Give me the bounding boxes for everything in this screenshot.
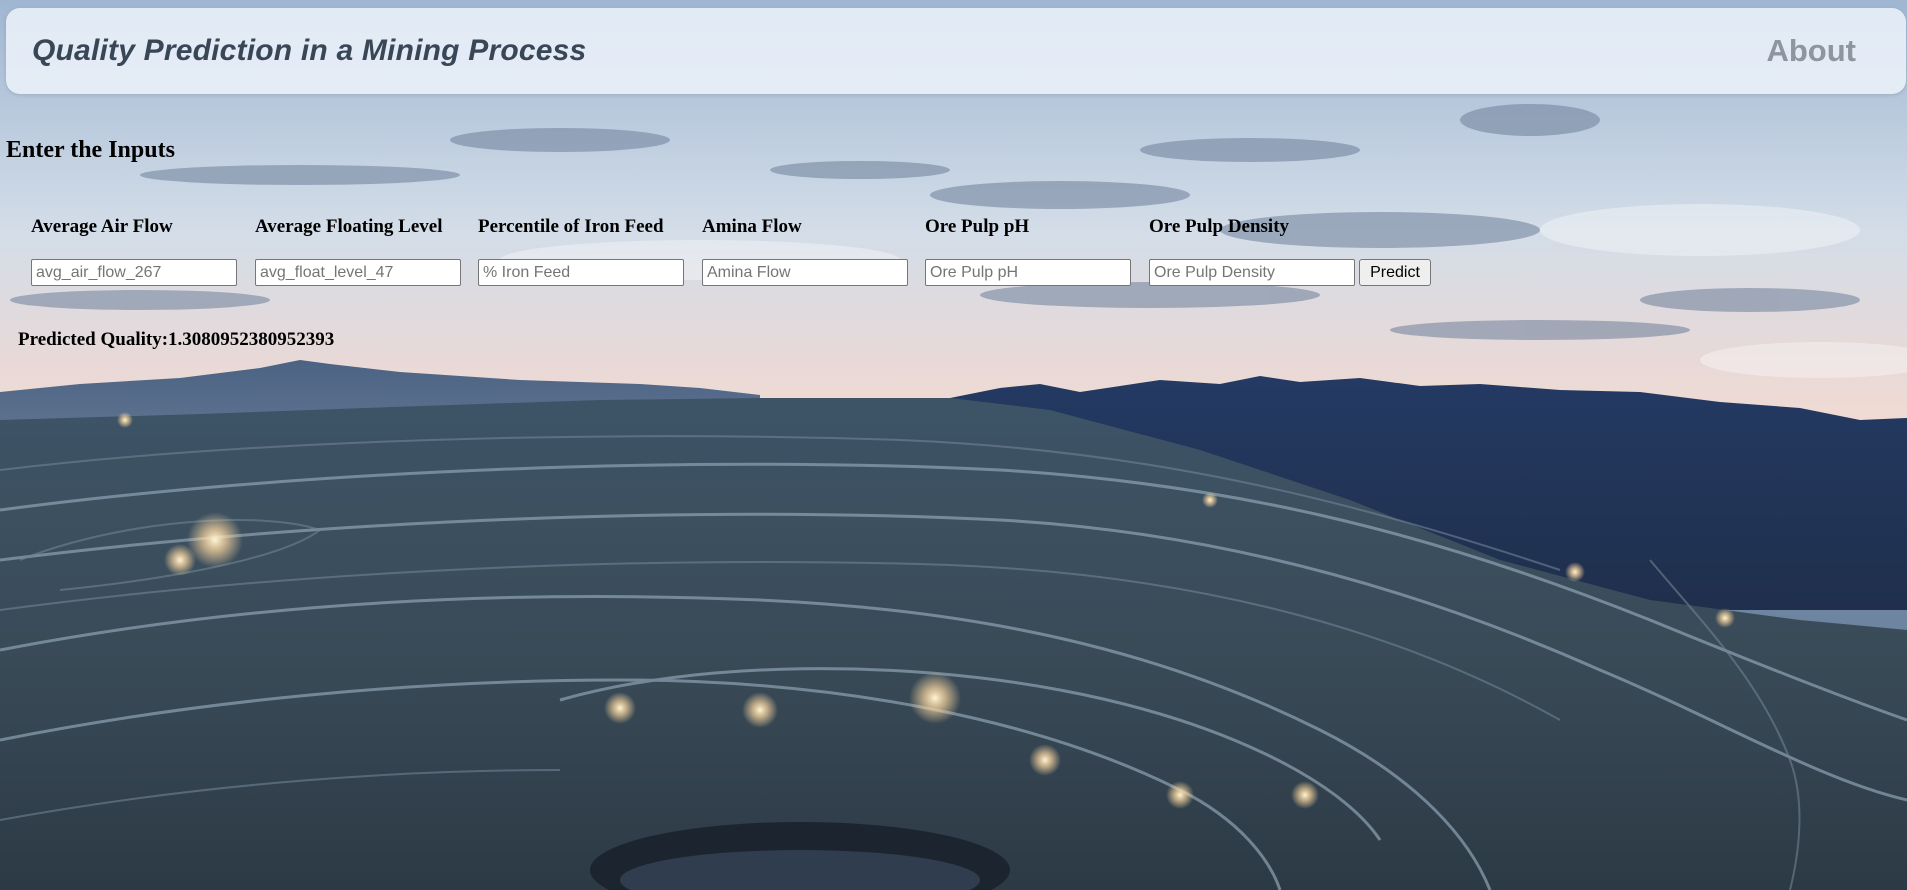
label-ore-pulp-density: Ore Pulp Density (1149, 216, 1290, 237)
average-air-flow-input[interactable] (31, 259, 237, 286)
predict-button[interactable]: Predict (1359, 259, 1431, 286)
label-ore-pulp-ph: Ore Pulp pH (925, 216, 1030, 237)
prediction-form: Enter the Inputs Average Air Flow Averag… (0, 0, 1907, 890)
predicted-quality-result: Predicted Quality:1.3080952380952393 (18, 329, 335, 350)
iron-feed-input[interactable] (478, 259, 684, 286)
form-title: Enter the Inputs (6, 137, 175, 163)
average-floating-level-input[interactable] (255, 259, 461, 286)
amina-flow-input[interactable] (702, 259, 908, 286)
label-average-floating-level: Average Floating Level (255, 216, 443, 237)
label-average-air-flow: Average Air Flow (31, 216, 173, 237)
ore-pulp-ph-input[interactable] (925, 259, 1131, 286)
label-percentile-iron-feed: Percentile of Iron Feed (478, 216, 664, 237)
label-amina-flow: Amina Flow (702, 216, 802, 237)
ore-pulp-density-input[interactable] (1149, 259, 1355, 286)
